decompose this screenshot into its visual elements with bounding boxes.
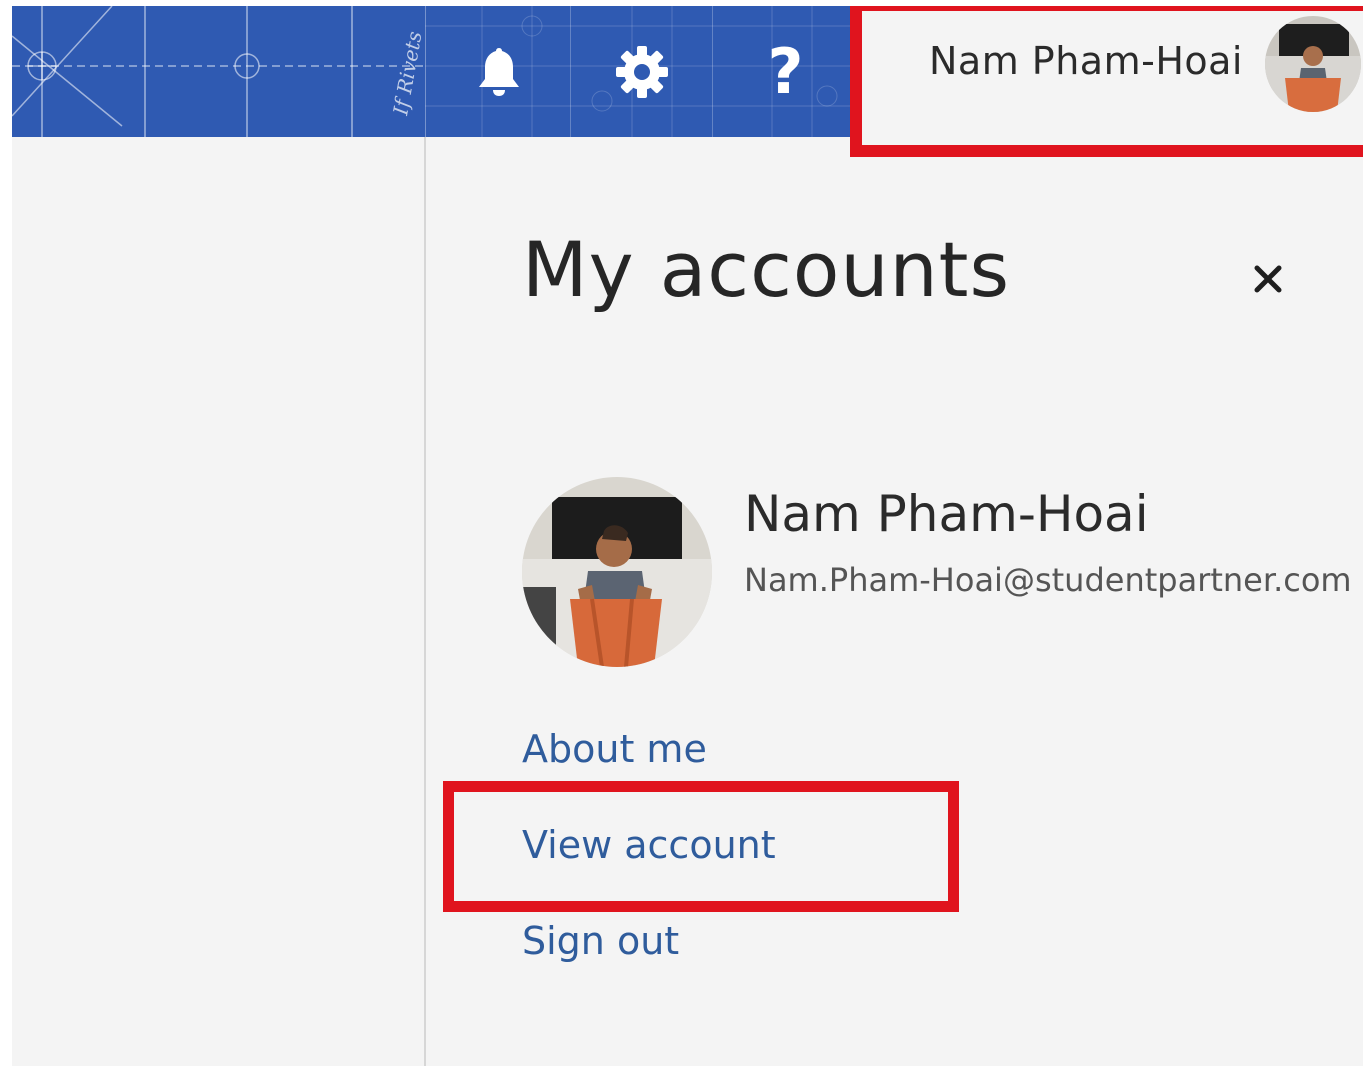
svg-text:If Rivets: If Rivets	[388, 29, 426, 117]
bell-icon	[478, 47, 519, 96]
account-name: Nam Pham-Hoai	[929, 39, 1243, 83]
close-button[interactable]	[1246, 257, 1290, 301]
my-accounts-panel: My accounts Nam Pham-Hoai Nam.Pham-Hoai@…	[426, 137, 1363, 1066]
profile-name: Nam Pham-Hoai	[744, 485, 1149, 543]
sign-out-link[interactable]: Sign out	[522, 919, 679, 963]
top-bar: If Rivets ? Nam Pham-Hoai	[12, 6, 1363, 137]
profile-avatar	[522, 477, 712, 667]
settings-button[interactable]	[570, 6, 713, 137]
help-icon: ?	[767, 34, 804, 108]
gear-icon	[616, 45, 668, 98]
panel-title: My accounts	[522, 225, 1011, 314]
about-me-link[interactable]: About me	[522, 727, 707, 771]
profile-email: Nam.Pham-Hoai@studentpartner.com	[744, 561, 1352, 599]
close-icon	[1254, 265, 1282, 293]
account-menu-button[interactable]: Nam Pham-Hoai	[857, 6, 1363, 137]
page: If Rivets ? Nam Pham-Hoai My accounts Na…	[12, 6, 1363, 1066]
help-button[interactable]: ?	[712, 6, 858, 137]
view-account-link[interactable]: View account	[522, 823, 776, 867]
notifications-button[interactable]	[425, 6, 571, 137]
avatar	[1265, 16, 1361, 112]
